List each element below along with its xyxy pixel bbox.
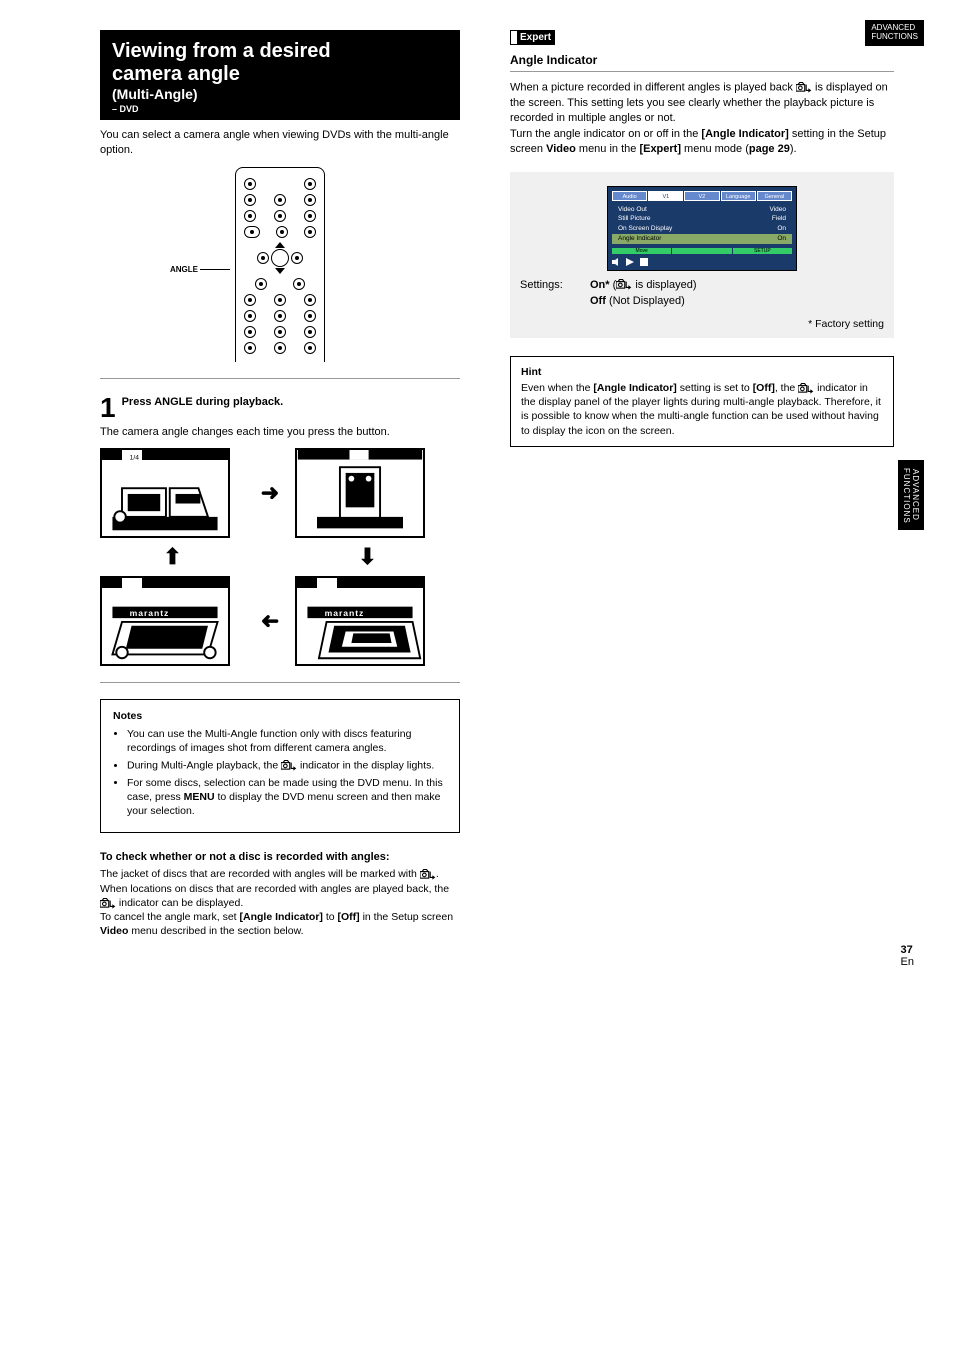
- hint-heading: Hint: [521, 365, 883, 379]
- notes-box: Notes You can use the Multi-Angle functi…: [100, 699, 460, 833]
- title-block: Viewing from a desired camera angle (Mul…: [100, 30, 460, 120]
- angle-icon: [798, 381, 814, 395]
- notes-heading: Notes: [113, 710, 447, 724]
- title-dvd: – DVD: [112, 104, 448, 114]
- check-p2: To cancel the angle mark, set [Angle Ind…: [100, 910, 460, 938]
- volume-icon: [612, 258, 620, 266]
- hint-text: Even when the [Angle Indicator] setting …: [521, 381, 883, 438]
- stop-icon: [640, 258, 648, 266]
- right-p2: Turn the angle indicator on or off in th…: [510, 127, 894, 158]
- angle-icon: [420, 867, 436, 881]
- scene-3: marantz: [295, 576, 425, 666]
- angle-icon: [796, 80, 812, 95]
- hint-box: Hint Even when the [Angle Indicator] set…: [510, 356, 894, 447]
- setup-screenshot: Audio V1 V2 Language General Video OutVi…: [510, 172, 894, 338]
- step-number: 1: [100, 395, 116, 420]
- separator-2: [100, 682, 460, 683]
- factory-note: * Factory setting: [520, 318, 884, 330]
- angle-icon: [616, 277, 632, 294]
- expert-tag: Expert: [510, 30, 555, 45]
- scene-brand: marantz: [325, 608, 365, 618]
- page-number: 37 En: [901, 944, 914, 968]
- right-heading: Angle Indicator: [510, 49, 894, 72]
- remote-illustration: ANGLE: [190, 167, 370, 362]
- play-icon: [626, 258, 634, 266]
- settings-row: Settings: On* ( is displayed) Off (Not D…: [520, 277, 884, 310]
- setup-tab-active: V1: [648, 191, 683, 201]
- arrow-up-icon: ⬆: [100, 542, 245, 572]
- setup-tab: V2: [684, 191, 719, 201]
- scene-label: 1/4: [130, 455, 140, 462]
- topbar-line2: FUNCTIONS: [871, 33, 918, 42]
- angle-callout: ANGLE: [170, 265, 198, 274]
- check-p1: The jacket of discs that are recorded wi…: [100, 867, 460, 910]
- angle-icon: [100, 896, 116, 910]
- note-3: For some discs, selection can be made us…: [127, 777, 447, 818]
- separator: [100, 378, 460, 379]
- scene-brand: marantz: [130, 608, 170, 618]
- scene-1: 1/4: [100, 448, 230, 538]
- arrow-down-icon: ⬇: [295, 542, 440, 572]
- right-p1: When a picture recorded in different ang…: [510, 80, 894, 127]
- angle-icon: [281, 759, 297, 773]
- angle-scene-grid: 1/4 ➜: [100, 448, 440, 666]
- title-line1: Viewing from a desired: [112, 40, 448, 63]
- title-line2: camera angle: [112, 63, 448, 86]
- note-2: During Multi-Angle playback, the indicat…: [127, 759, 447, 773]
- step-title: Press ANGLE during playback.: [122, 396, 284, 408]
- step-sub: The camera angle changes each time you p…: [100, 426, 460, 438]
- title-sub: (Multi-Angle): [112, 86, 448, 102]
- check-heading: To check whether or not a disc is record…: [100, 851, 460, 863]
- setup-tab: Audio: [612, 191, 647, 201]
- arrow-right-icon: ➜: [255, 448, 285, 538]
- setup-tab: General: [757, 191, 792, 201]
- intro-text: You can select a camera angle when viewi…: [100, 128, 460, 157]
- topbar-badge: ADVANCED FUNCTIONS: [865, 20, 924, 46]
- arrow-left-icon: ➜: [255, 576, 285, 666]
- scene-4: marantz: [100, 576, 230, 666]
- note-1: You can use the Multi-Angle function onl…: [127, 728, 447, 755]
- setup-tab: Language: [721, 191, 756, 201]
- scene-2: [295, 448, 425, 538]
- side-badge: ADVANCED FUNCTIONS: [898, 460, 924, 530]
